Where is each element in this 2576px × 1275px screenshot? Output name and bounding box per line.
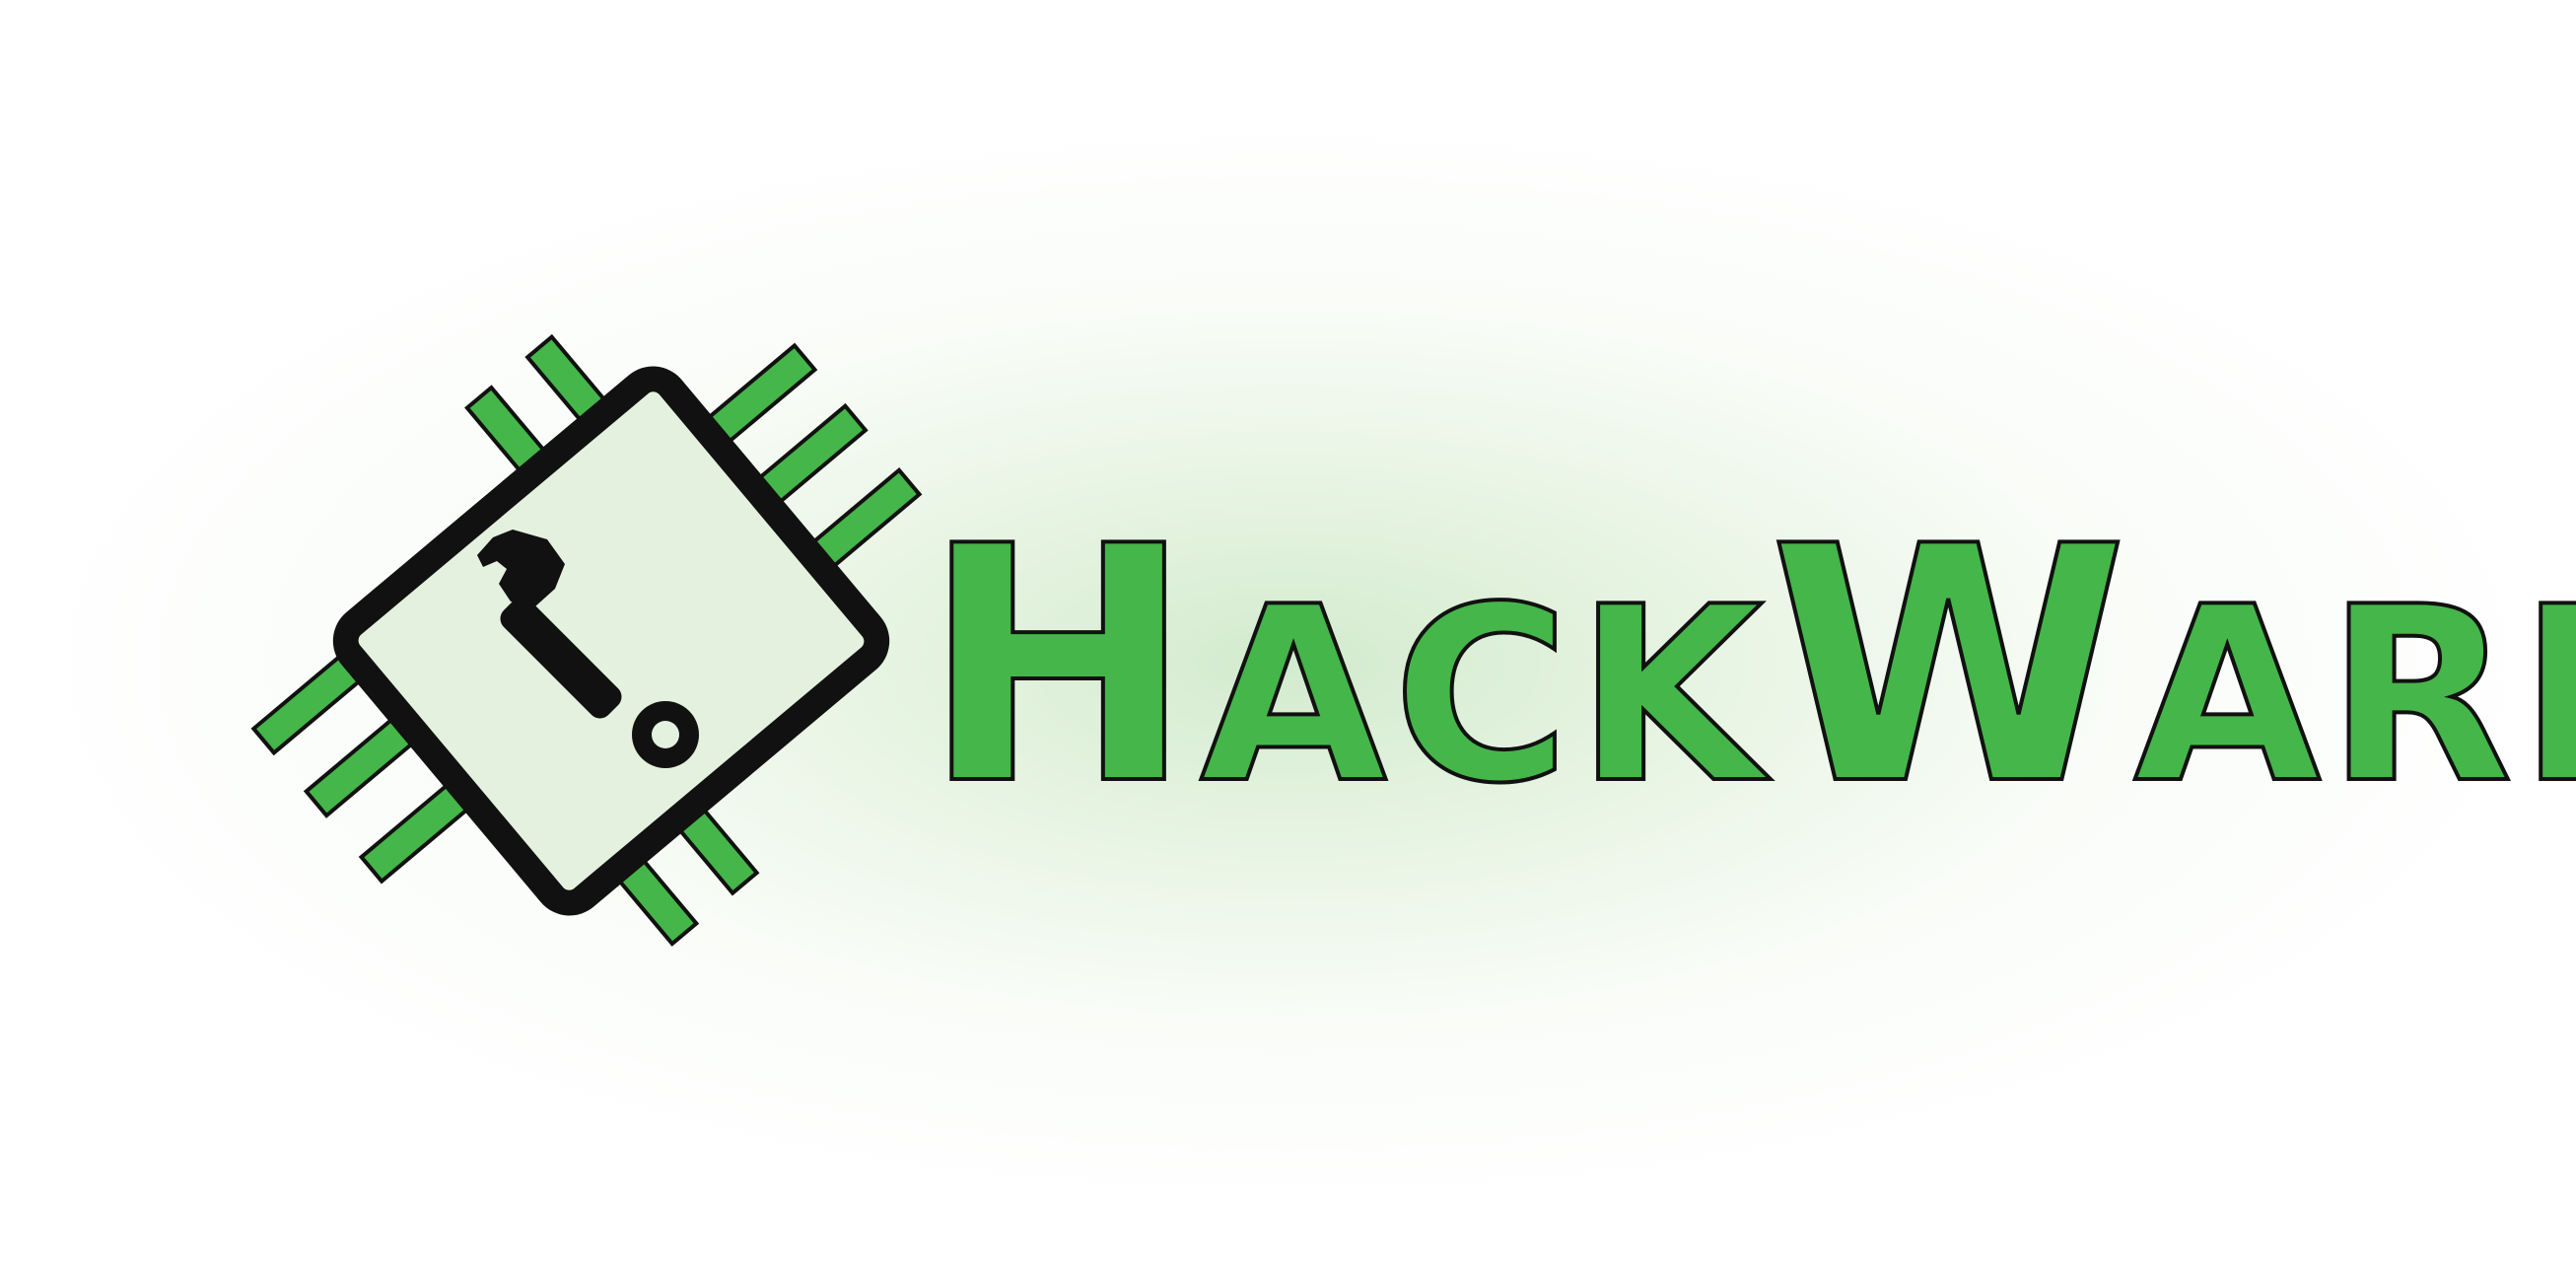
- wordmark-cap-w: W: [1769, 477, 2133, 856]
- wrench-ring-hole: [652, 721, 679, 748]
- wordmark-cap-h: H: [922, 477, 1200, 856]
- wordmark-text: HACKWARE: [922, 477, 2576, 856]
- wordmark-small-ack: ACK: [1200, 555, 1771, 836]
- logo-canvas: HACKWARE: [0, 0, 2576, 1275]
- wordmark: HACKWARE: [920, 475, 2576, 858]
- wordmark-small-are: ARE: [2133, 555, 2576, 836]
- hackware-logo: HACKWARE: [250, 333, 2576, 947]
- microchip-icon: [250, 333, 923, 947]
